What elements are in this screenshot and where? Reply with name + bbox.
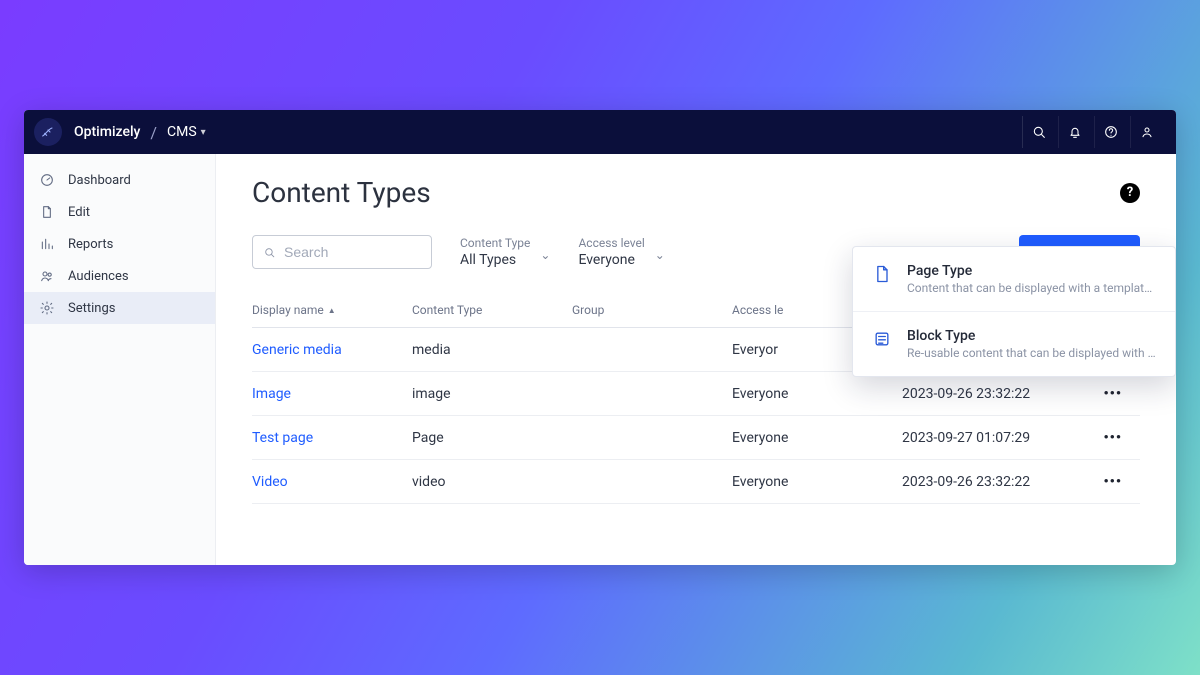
row-access: Everyone bbox=[732, 386, 902, 402]
chart-icon bbox=[38, 235, 56, 253]
row-type: media bbox=[412, 342, 572, 358]
chevron-down-icon: ⌄ bbox=[540, 248, 550, 262]
dropdown-item-title: Page Type bbox=[907, 263, 1157, 279]
help-circle-icon bbox=[1103, 124, 1119, 140]
topbar-actions bbox=[1014, 116, 1162, 148]
filter-value: All Types bbox=[460, 252, 530, 268]
account-button[interactable] bbox=[1130, 116, 1162, 148]
filter-label: Content Type bbox=[460, 236, 530, 250]
col-content-type[interactable]: Content Type bbox=[412, 303, 572, 317]
row-access: Everyone bbox=[732, 474, 902, 490]
page-icon bbox=[871, 263, 893, 285]
create-new-dropdown: Page Type Content that can be displayed … bbox=[852, 246, 1176, 377]
table-row: Video video Everyone 2023-09-26 23:32:22… bbox=[252, 460, 1140, 504]
sidebar-item-label: Reports bbox=[68, 237, 113, 252]
search-input[interactable] bbox=[284, 244, 421, 260]
page-icon bbox=[38, 203, 56, 221]
dropdown-item-desc: Content that can be displayed with a tem… bbox=[907, 281, 1157, 295]
sidebar-item-settings[interactable]: Settings bbox=[24, 292, 215, 324]
block-icon bbox=[871, 328, 893, 350]
dropdown-item-page-type[interactable]: Page Type Content that can be displayed … bbox=[853, 247, 1175, 311]
sidebar-item-reports[interactable]: Reports bbox=[24, 228, 215, 260]
breadcrumb-label: CMS bbox=[167, 124, 197, 140]
sidebar-item-label: Audiences bbox=[68, 269, 129, 284]
row-link[interactable]: Image bbox=[252, 386, 412, 402]
search-input-wrap[interactable] bbox=[252, 235, 432, 269]
gauge-icon bbox=[38, 171, 56, 189]
breadcrumb-separator: / bbox=[150, 123, 157, 142]
col-group[interactable]: Group bbox=[572, 303, 732, 317]
sidebar-item-label: Dashboard bbox=[68, 173, 131, 188]
page-title: Content Types bbox=[252, 176, 431, 209]
sidebar-item-label: Settings bbox=[68, 301, 115, 316]
filter-label: Access level bbox=[578, 236, 644, 250]
row-type: video bbox=[412, 474, 572, 490]
sidebar-item-dashboard[interactable]: Dashboard bbox=[24, 164, 215, 196]
help-button[interactable] bbox=[1094, 116, 1126, 148]
sidebar: Dashboard Edit Reports Audiences Setting… bbox=[24, 154, 216, 565]
sort-asc-icon: ▲ bbox=[328, 306, 336, 315]
search-icon bbox=[1031, 124, 1047, 140]
row-type: image bbox=[412, 386, 572, 402]
sidebar-item-audiences[interactable]: Audiences bbox=[24, 260, 215, 292]
sidebar-item-label: Edit bbox=[68, 205, 90, 220]
table-row: Image image Everyone 2023-09-26 23:32:22… bbox=[252, 372, 1140, 416]
page-help-button[interactable]: ? bbox=[1120, 183, 1140, 203]
brand-logo[interactable] bbox=[34, 118, 62, 146]
row-actions-button[interactable]: ••• bbox=[1092, 430, 1122, 446]
row-link[interactable]: Test page bbox=[252, 430, 412, 446]
users-icon bbox=[38, 267, 56, 285]
sidebar-item-edit[interactable]: Edit bbox=[24, 196, 215, 228]
main-content: Content Types ? Content Type All Types ⌄ bbox=[216, 154, 1176, 565]
user-icon bbox=[1139, 124, 1155, 140]
row-modified: 2023-09-26 23:32:22 bbox=[902, 474, 1092, 490]
optimizely-icon bbox=[40, 124, 56, 140]
row-type: Page bbox=[412, 430, 572, 446]
breadcrumb-cms[interactable]: CMS ▾ bbox=[167, 124, 206, 140]
row-link[interactable]: Generic media bbox=[252, 342, 412, 358]
search-icon bbox=[263, 245, 276, 260]
top-bar: Optimizely / CMS ▾ bbox=[24, 110, 1176, 154]
row-modified: 2023-09-27 01:07:29 bbox=[902, 430, 1092, 446]
dropdown-item-desc: Re-usable content that can be displayed … bbox=[907, 346, 1157, 360]
filter-content-type[interactable]: Content Type All Types ⌄ bbox=[460, 236, 550, 268]
row-actions-button[interactable]: ••• bbox=[1092, 386, 1122, 402]
row-access: Everyone bbox=[732, 430, 902, 446]
gear-icon bbox=[38, 299, 56, 317]
row-link[interactable]: Video bbox=[252, 474, 412, 490]
chevron-down-icon: ⌄ bbox=[655, 248, 665, 262]
app-window: Optimizely / CMS ▾ bbox=[24, 110, 1176, 565]
row-actions-button[interactable]: ••• bbox=[1092, 474, 1122, 490]
dropdown-item-block-type[interactable]: Block Type Re-usable content that can be… bbox=[853, 311, 1175, 376]
filter-access-level[interactable]: Access level Everyone ⌄ bbox=[578, 236, 664, 268]
row-modified: 2023-09-26 23:32:22 bbox=[902, 386, 1092, 402]
chevron-down-icon: ▾ bbox=[201, 127, 206, 138]
filter-value: Everyone bbox=[578, 252, 644, 268]
bell-icon bbox=[1067, 124, 1083, 140]
search-button[interactable] bbox=[1022, 116, 1054, 148]
brand-name[interactable]: Optimizely bbox=[74, 124, 140, 140]
col-display-name[interactable]: Display name▲ bbox=[252, 303, 412, 317]
notifications-button[interactable] bbox=[1058, 116, 1090, 148]
table-row: Test page Page Everyone 2023-09-27 01:07… bbox=[252, 416, 1140, 460]
dropdown-item-title: Block Type bbox=[907, 328, 1157, 344]
